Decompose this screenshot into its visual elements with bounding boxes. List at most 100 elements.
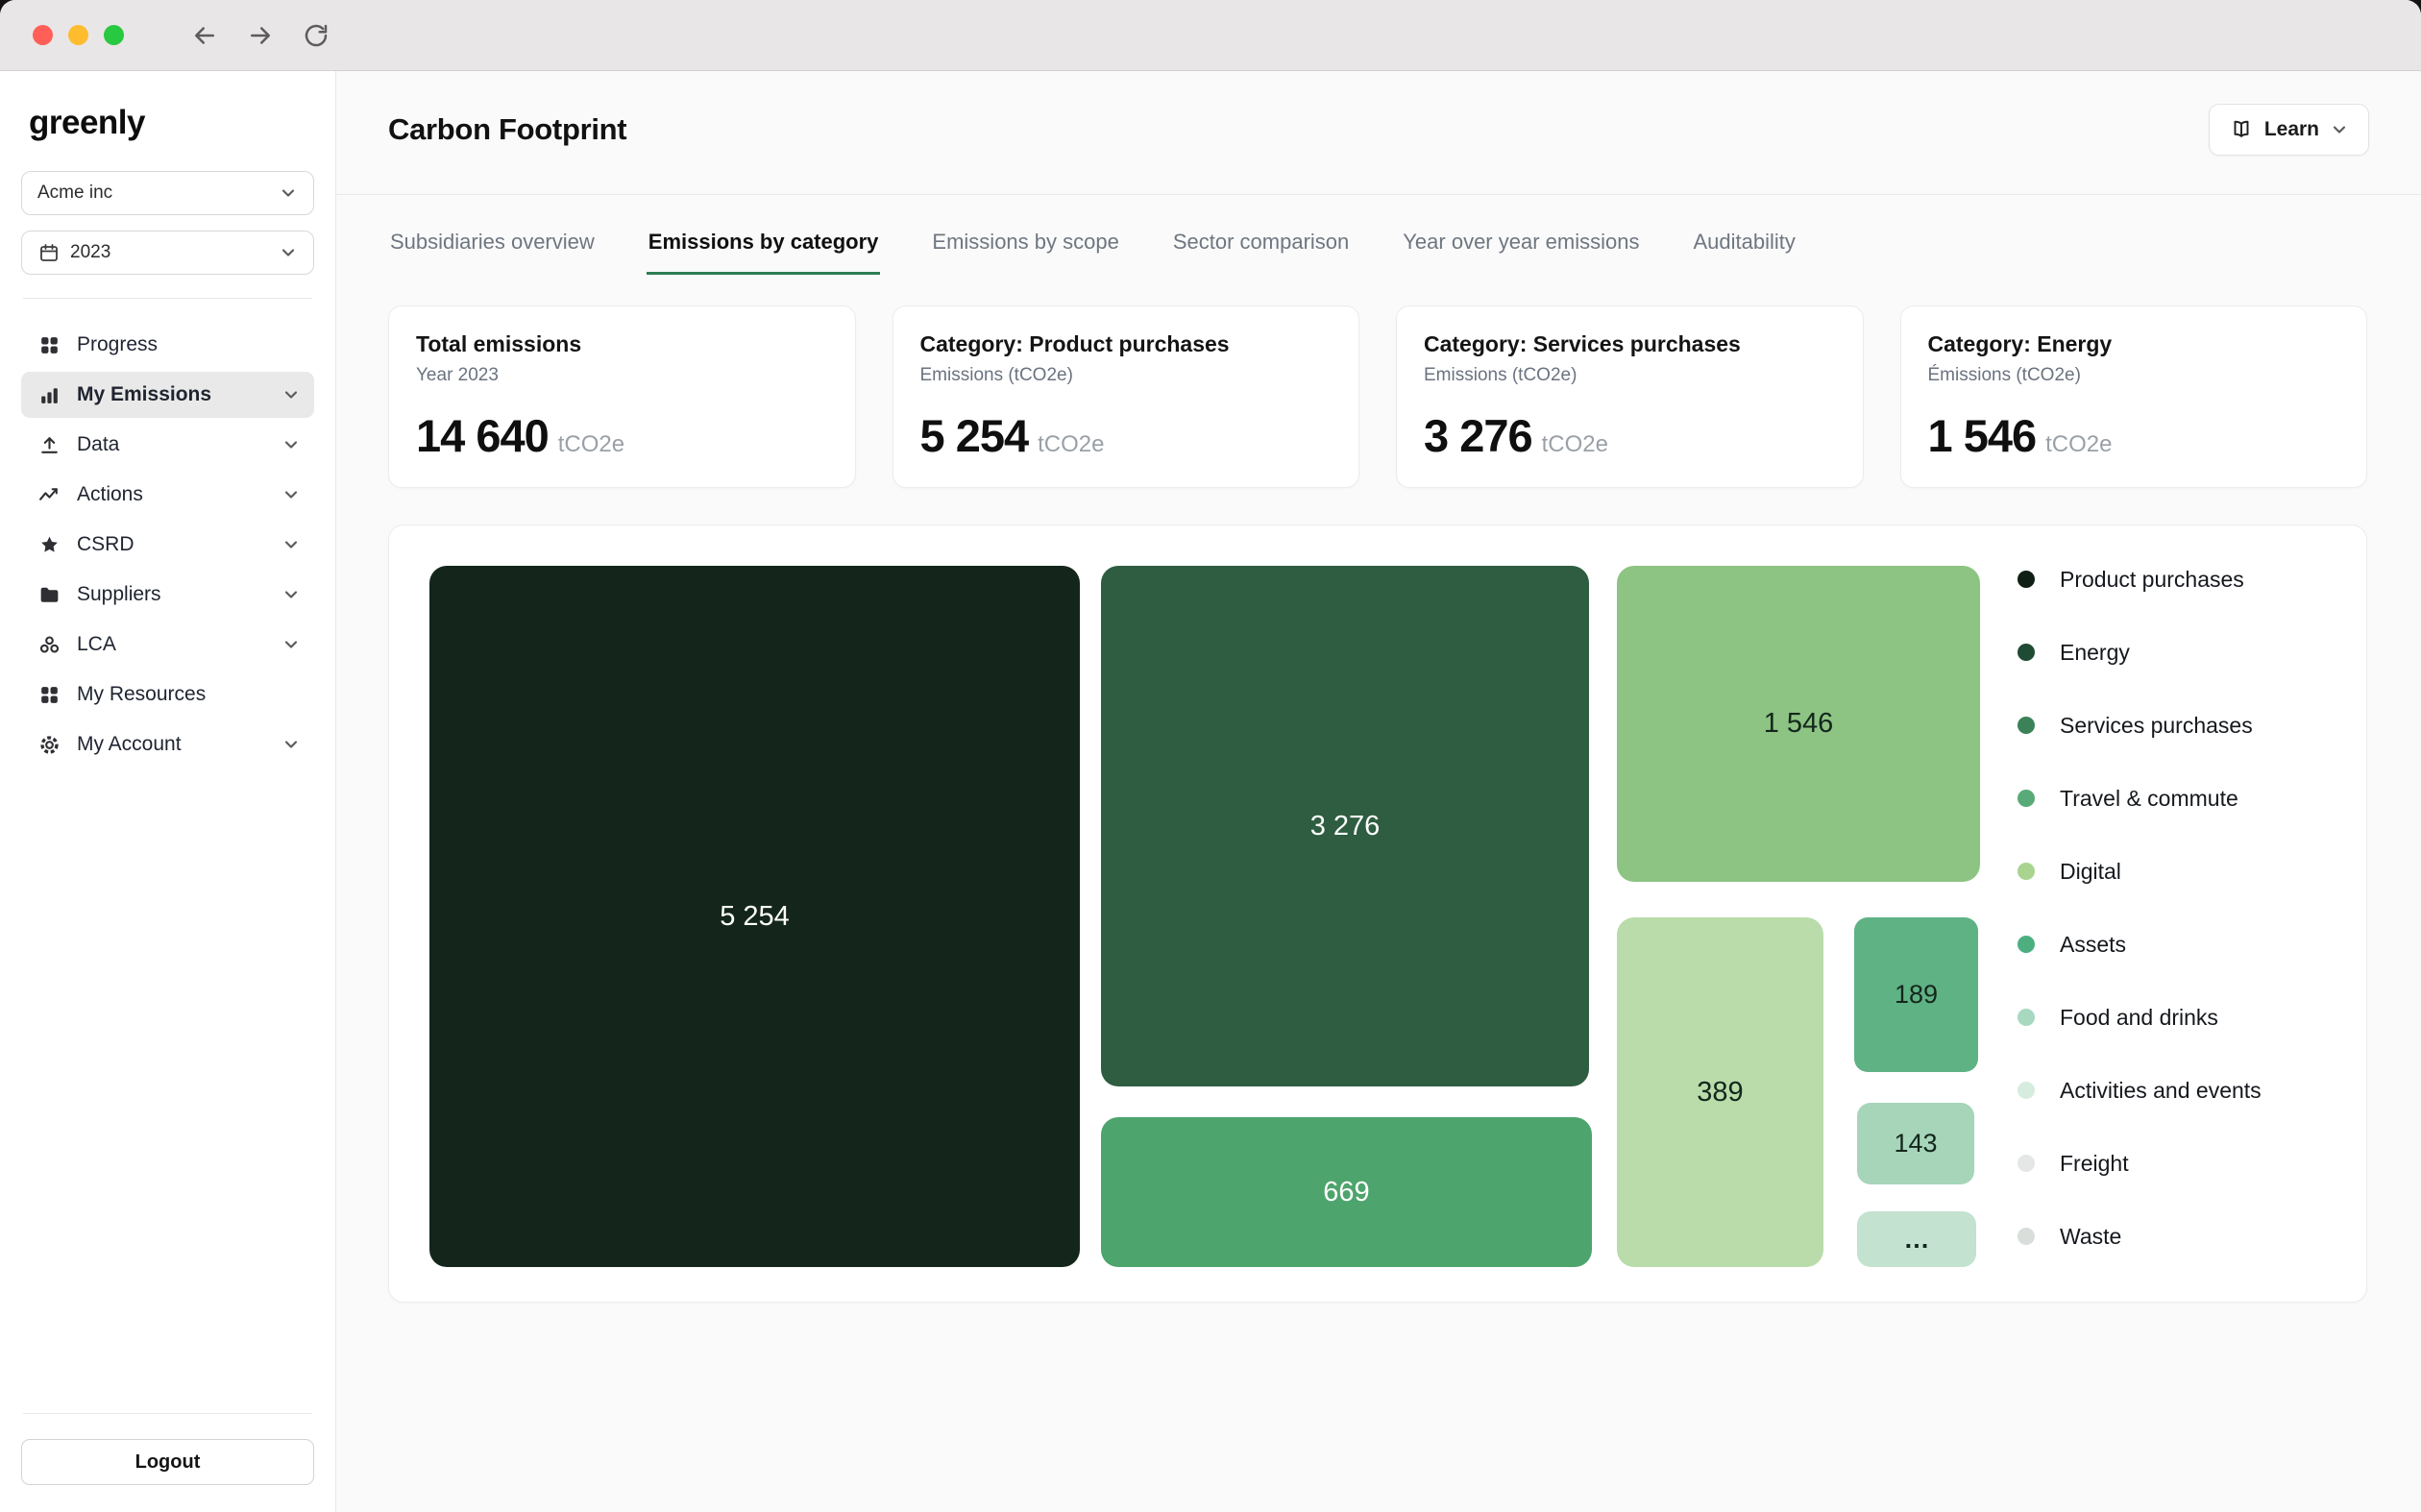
- stat-cards-row: Total emissions Year 2023 14 640 tCO2e C…: [336, 275, 2421, 488]
- sidebar-item-label: Data: [77, 433, 119, 456]
- sidebar-item-lca[interactable]: LCA: [21, 622, 314, 668]
- sidebar-item-progress[interactable]: Progress: [21, 322, 314, 368]
- star-icon: [37, 532, 62, 558]
- sidebar-item-suppliers[interactable]: Suppliers: [21, 572, 314, 618]
- legend-item[interactable]: Activities and events: [2018, 1054, 2262, 1127]
- stat-card-product-purchases: Category: Product purchases Emissions (t…: [893, 305, 1360, 488]
- treemap-block[interactable]: 5 254: [429, 566, 1080, 1267]
- main-content: Carbon Footprint Learn Subsidiaries over…: [336, 71, 2421, 1512]
- legend-label: Energy: [2060, 640, 2130, 666]
- chevron-down-icon: [281, 485, 301, 504]
- stat-card-value: 3 276: [1424, 409, 1532, 462]
- stat-card-energy: Category: Energy Émissions (tCO2e) 1 546…: [1900, 305, 2368, 488]
- treemap-block[interactable]: 669: [1101, 1117, 1592, 1267]
- legend-label: Digital: [2060, 859, 2121, 885]
- sidebar-divider: [23, 298, 312, 299]
- legend-item[interactable]: Product purchases: [2018, 543, 2262, 616]
- treemap-block-overflow[interactable]: …: [1857, 1211, 1976, 1267]
- company-select[interactable]: Acme inc: [21, 171, 314, 215]
- treemap-block-value: 143: [1894, 1129, 1937, 1158]
- sidebar-item-label: Progress: [77, 333, 158, 356]
- legend-label: Activities and events: [2060, 1078, 2262, 1104]
- page-title: Carbon Footprint: [388, 112, 626, 147]
- maximize-window-button[interactable]: [104, 25, 124, 45]
- stat-card-subtitle: Year 2023: [416, 365, 828, 386]
- sidebar-item-actions[interactable]: Actions: [21, 472, 314, 518]
- tab-year-over-year-emissions[interactable]: Year over year emissions: [1401, 230, 1641, 275]
- tab-sector-comparison[interactable]: Sector comparison: [1171, 230, 1351, 275]
- chevron-down-icon: [2330, 120, 2349, 139]
- legend-dot: [2018, 644, 2035, 661]
- treemap-block-value: 5 254: [720, 901, 790, 933]
- back-button[interactable]: [185, 16, 224, 55]
- legend-item[interactable]: Digital: [2018, 835, 2262, 908]
- reload-button[interactable]: [297, 16, 335, 55]
- legend-dot: [2018, 790, 2035, 807]
- treemap-block[interactable]: 3 276: [1101, 566, 1589, 1086]
- bar-chart-icon: [37, 382, 62, 408]
- chevron-down-icon: [281, 635, 301, 654]
- treemap-legend: Product purchases Energy Services purcha…: [2018, 543, 2262, 1273]
- sidebar-item-my-resources[interactable]: My Resources: [21, 671, 314, 718]
- tab-bar: Subsidiaries overview Emissions by categ…: [336, 195, 2421, 275]
- stat-card-unit: tCO2e: [1542, 431, 1608, 458]
- learn-button-label: Learn: [2264, 118, 2319, 141]
- treemap-block[interactable]: 189: [1854, 917, 1978, 1072]
- legend-dot: [2018, 571, 2035, 588]
- treemap-block-value: 189: [1895, 980, 1938, 1010]
- upload-icon: [37, 432, 62, 458]
- treemap-card: 5 254 3 276 669 1 546 389 189 143 … Prod…: [388, 524, 2367, 1303]
- legend-label: Freight: [2060, 1151, 2129, 1177]
- sidebar-divider: [23, 1413, 312, 1414]
- legend-item[interactable]: Waste: [2018, 1200, 2262, 1273]
- logout-button[interactable]: Logout: [21, 1439, 314, 1485]
- year-select[interactable]: 2023: [21, 231, 314, 275]
- chevron-down-icon: [281, 585, 301, 604]
- sidebar-item-label: My Account: [77, 733, 182, 756]
- legend-item[interactable]: Travel & commute: [2018, 762, 2262, 835]
- legend-label: Assets: [2060, 932, 2126, 958]
- chevron-down-icon: [279, 243, 298, 262]
- sidebar-nav: Progress My Emissions Data: [21, 322, 314, 768]
- legend-item[interactable]: Services purchases: [2018, 689, 2262, 762]
- legend-dot: [2018, 717, 2035, 734]
- minimize-window-button[interactable]: [68, 25, 88, 45]
- back-arrow-icon: [190, 21, 219, 50]
- sidebar: greenly Acme inc 2023 Progress: [0, 71, 336, 1512]
- tab-auditability[interactable]: Auditability: [1691, 230, 1797, 275]
- forward-button[interactable]: [241, 16, 280, 55]
- legend-item[interactable]: Assets: [2018, 908, 2262, 981]
- legend-label: Travel & commute: [2060, 786, 2238, 812]
- sidebar-item-label: Actions: [77, 483, 143, 506]
- legend-dot: [2018, 1228, 2035, 1245]
- tab-emissions-by-category[interactable]: Emissions by category: [647, 230, 881, 275]
- sidebar-item-csrd[interactable]: CSRD: [21, 522, 314, 568]
- legend-item[interactable]: Food and drinks: [2018, 981, 2262, 1054]
- stat-card-value: 1 546: [1928, 409, 2037, 462]
- legend-item[interactable]: Freight: [2018, 1127, 2262, 1200]
- lca-flower-icon: [37, 632, 62, 658]
- learn-button[interactable]: Learn: [2209, 104, 2369, 156]
- treemap-block[interactable]: 143: [1857, 1103, 1974, 1184]
- stat-card-services-purchases: Category: Services purchases Emissions (…: [1396, 305, 1864, 488]
- company-select-value: Acme inc: [37, 183, 112, 204]
- browser-chrome: [0, 0, 2421, 71]
- sidebar-item-my-emissions[interactable]: My Emissions: [21, 372, 314, 418]
- tab-emissions-by-scope[interactable]: Emissions by scope: [930, 230, 1120, 275]
- chevron-down-icon: [281, 535, 301, 554]
- trend-icon: [37, 482, 62, 508]
- legend-dot: [2018, 863, 2035, 880]
- stat-card-title: Category: Energy: [1928, 331, 2340, 357]
- sidebar-item-my-account[interactable]: My Account: [21, 721, 314, 768]
- tab-subsidiaries-overview[interactable]: Subsidiaries overview: [388, 230, 597, 275]
- page-header: Carbon Footprint Learn: [336, 71, 2421, 156]
- treemap-block[interactable]: 1 546: [1617, 566, 1980, 882]
- legend-label: Food and drinks: [2060, 1005, 2218, 1031]
- sidebar-item-data[interactable]: Data: [21, 422, 314, 468]
- legend-item[interactable]: Energy: [2018, 616, 2262, 689]
- close-window-button[interactable]: [33, 25, 53, 45]
- legend-dot: [2018, 1082, 2035, 1099]
- reload-icon: [302, 21, 330, 50]
- treemap-block[interactable]: 389: [1617, 917, 1823, 1267]
- treemap-block-value: …: [1904, 1225, 1930, 1255]
